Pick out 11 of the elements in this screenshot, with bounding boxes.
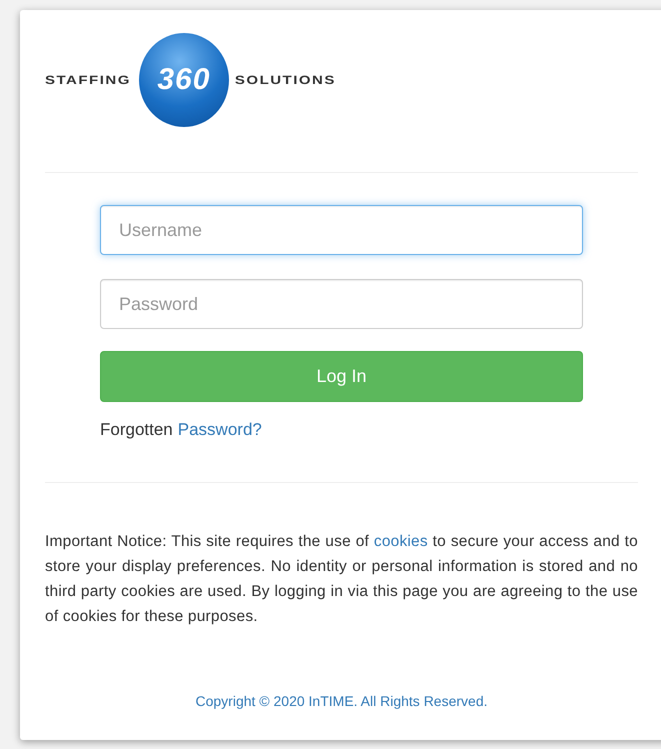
login-button[interactable]: Log In: [100, 351, 583, 402]
copyright-text: Copyright © 2020 InTIME. All Rights Reserved.: [194, 693, 488, 709]
input-field[interactable]: Username: [100, 205, 583, 255]
logo-badge-text: 360: [157, 63, 210, 97]
cookies-link[interactable]: cookies: [374, 533, 428, 550]
logo-text: SOLUTIONS: [234, 73, 336, 87]
forgot-label: Forgotten: [100, 420, 173, 440]
logo-text: STAFFING: [45, 73, 131, 87]
cookie-notice: Important Notice: This site requires the use of cookies to secure your access and to store your display preferences. No identity or personal information is stored and no third party cookies are used. By logging in via this page you are agreeing to the use of cookies for these purposes.: [45, 532, 638, 627]
password-link[interactable]: Password?: [178, 420, 262, 440]
input-field[interactable]: Password: [100, 279, 583, 329]
